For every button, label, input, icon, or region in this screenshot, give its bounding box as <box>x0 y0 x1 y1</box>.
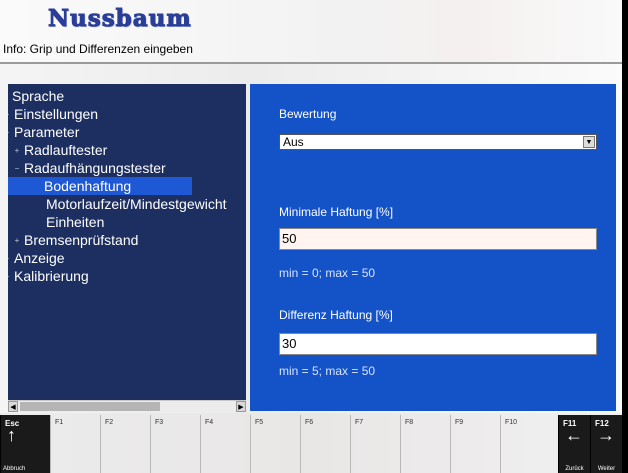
f3-key[interactable]: F3 <box>150 415 198 473</box>
f1-key[interactable]: F1 <box>50 415 98 473</box>
tree-item-radaufhaengungstester[interactable]: − Radaufhängungstester <box>12 159 166 177</box>
collapse-icon[interactable]: − <box>12 160 22 178</box>
tree-item-einheiten[interactable]: Einheiten <box>46 213 104 231</box>
tree-item-bodenhaftung[interactable]: Bodenhaftung <box>8 177 192 195</box>
function-key-bar: Esc ↑ Abbruch F1 F2 F3 F4 F5 F6 F7 F8 F9… <box>0 413 628 473</box>
header-divider <box>0 62 628 64</box>
tree-item-label: Einstellungen <box>14 106 99 122</box>
key-label: F9 <box>455 419 464 426</box>
expand-icon[interactable]: + <box>12 142 22 160</box>
f12-next-key[interactable]: F12 → Weiter <box>590 415 622 473</box>
tree-item-label: Kalibrierung <box>14 268 89 284</box>
f8-key[interactable]: F8 <box>400 415 448 473</box>
expand-icon[interactable]: + <box>8 268 12 286</box>
scrollbar-thumb[interactable] <box>20 402 160 411</box>
tree-item-label: Sprache <box>12 88 65 104</box>
arrow-up-icon: ↑ <box>7 425 16 445</box>
tree-item-label: Einheiten <box>46 214 105 230</box>
key-label: F6 <box>305 419 314 426</box>
nussbaum-logo: Nussbaum <box>48 4 192 32</box>
key-caption: Abbruch <box>3 466 26 472</box>
min-grip-label: Minimale Haftung [%] <box>279 205 394 219</box>
key-label: F7 <box>355 419 364 426</box>
arrow-right-icon: → <box>597 425 615 445</box>
tree-horizontal-scrollbar[interactable]: ◀ ▶ <box>8 400 246 412</box>
tree-item-label: Parameter <box>14 124 80 140</box>
key-caption: Zurück <box>565 466 584 472</box>
diff-grip-value: 30 <box>282 336 297 351</box>
f2-key[interactable]: F2 <box>100 415 148 473</box>
rating-value: Aus <box>283 135 304 149</box>
tree-item-parameter[interactable]: −Parameter <box>8 123 79 141</box>
f11-back-key[interactable]: F11 ← Zurück <box>558 415 590 473</box>
scroll-right-icon[interactable]: ▶ <box>236 401 246 412</box>
tree-item-label: Radlauftester <box>24 142 108 158</box>
collapse-icon[interactable]: − <box>8 124 12 142</box>
min-grip-value: 50 <box>282 231 297 246</box>
tree-item-label: Bodenhaftung <box>8 177 192 195</box>
f5-key[interactable]: F5 <box>250 415 298 473</box>
tree-item-motorlaufzeit[interactable]: Motorlaufzeit/Mindestgewicht <box>46 195 227 213</box>
arrow-left-icon: ← <box>565 425 583 445</box>
diff-grip-label: Differenz Haftung [%] <box>279 308 393 322</box>
tree-item-anzeige[interactable]: +Anzeige <box>8 249 65 267</box>
min-grip-input[interactable]: 50 <box>279 228 597 250</box>
key-label: F5 <box>255 419 264 426</box>
tree-item-einstellungen[interactable]: +Einstellungen <box>8 105 98 123</box>
expand-icon[interactable]: + <box>8 106 12 124</box>
tree-item-label: Anzeige <box>14 250 65 266</box>
header: Nussbaum Info: Grip und Differenzen eing… <box>0 0 628 64</box>
key-label: F2 <box>105 419 114 426</box>
key-label: F4 <box>205 419 214 426</box>
tree-item-radlauftester[interactable]: + Radlauftester <box>12 141 108 160</box>
key-caption: Weiter <box>597 466 616 472</box>
rating-select[interactable]: Aus ▼ <box>279 134 597 150</box>
dropdown-arrow-icon[interactable]: ▼ <box>583 136 595 148</box>
tree-item-sprache[interactable]: Sprache <box>12 87 64 105</box>
tree-item-bremsenpruefstand[interactable]: + Bremsenprüfstand <box>12 231 139 250</box>
esc-key[interactable]: Esc ↑ Abbruch <box>0 415 50 473</box>
tree-item-kalibrierung[interactable]: +Kalibrierung <box>8 267 89 285</box>
key-label: F1 <box>55 419 64 426</box>
tree-item-label: Radaufhängungstester <box>24 160 166 176</box>
diff-grip-input[interactable]: 30 <box>279 333 597 355</box>
f10-key[interactable]: F10 <box>500 415 548 473</box>
key-label: F3 <box>155 419 164 426</box>
scroll-left-icon[interactable]: ◀ <box>8 401 18 412</box>
settings-tree: Sprache +Einstellungen −Parameter +Radla… <box>8 84 246 400</box>
rating-label: Bewertung <box>279 107 337 121</box>
diff-grip-range-hint: min = 5; max = 50 <box>279 364 376 378</box>
window-border <box>622 0 628 473</box>
f9-key[interactable]: F9 <box>450 415 498 473</box>
app-window: Nussbaum Info: Grip und Differenzen eing… <box>0 0 628 473</box>
f7-key[interactable]: F7 <box>350 415 398 473</box>
f4-key[interactable]: F4 <box>200 415 248 473</box>
key-label: F8 <box>405 419 414 426</box>
tree-item-label: Motorlaufzeit/Mindestgewicht <box>46 196 227 212</box>
settings-form: Bewertung Aus ▼ Minimale Haftung [%] 50 … <box>250 84 616 411</box>
expand-icon[interactable]: + <box>12 232 22 250</box>
info-text: Info: Grip und Differenzen eingeben <box>3 42 193 56</box>
min-grip-range-hint: min = 0; max = 50 <box>279 266 376 280</box>
f6-key[interactable]: F6 <box>300 415 348 473</box>
expand-icon[interactable]: + <box>8 250 12 268</box>
key-label: F10 <box>505 419 518 426</box>
tree-item-label: Bremsenprüfstand <box>24 232 139 248</box>
